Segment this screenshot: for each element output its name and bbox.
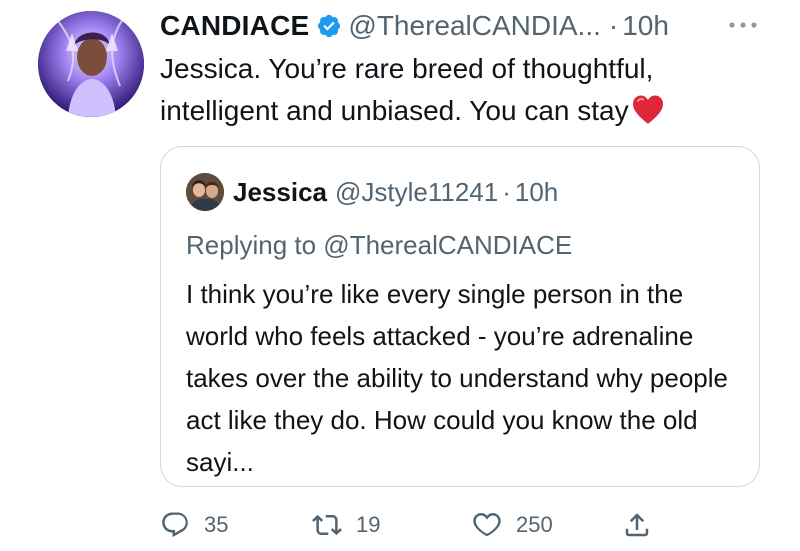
author-handle[interactable]: @TherealCANDIA... — [348, 10, 601, 42]
verified-badge-icon — [316, 13, 342, 39]
reply-count: 35 — [204, 512, 229, 537]
retweet-icon — [312, 514, 342, 536]
separator: · — [608, 10, 619, 41]
author-avatar[interactable] — [38, 11, 144, 117]
quoted-author-avatar[interactable] — [186, 173, 224, 211]
action-bar: 35 19 250 — [160, 505, 780, 545]
share-icon — [625, 513, 649, 537]
reply-icon — [162, 512, 188, 538]
heart-emoji — [631, 94, 665, 126]
share-button[interactable] — [622, 505, 666, 545]
quoted-timestamp[interactable]: 10h — [515, 177, 558, 208]
quoted-tweet[interactable]: Jessica @Jstyle11241 · 10h Replying to @… — [160, 146, 760, 487]
like-icon — [473, 512, 501, 537]
quoted-display-name[interactable]: Jessica — [233, 177, 327, 208]
quoted-handle[interactable]: @Jstyle11241 — [335, 177, 498, 208]
reply-button[interactable]: 35 — [160, 505, 228, 545]
author-display-name[interactable]: CANDIACE — [160, 10, 309, 42]
tweet-header: CANDIACE @TherealCANDIA... · 10h — [160, 6, 669, 46]
like-count: 250 — [516, 512, 553, 537]
quoted-separator: · — [502, 176, 511, 207]
like-button[interactable]: 250 — [472, 505, 553, 545]
retweet-button[interactable]: 19 — [312, 505, 380, 545]
replying-to: Replying to @TherealCANDIACE — [186, 230, 573, 260]
quoted-tweet-header: Jessica @Jstyle11241 · 10h — [186, 172, 558, 212]
tweet-timestamp[interactable]: 10h — [622, 10, 669, 42]
more-icon[interactable] — [722, 10, 764, 40]
tweet[interactable]: CANDIACE @TherealCANDIA... · 10h Jessica… — [0, 0, 800, 551]
tweet-text-content: Jessica. You’re rare breed of thoughtful… — [160, 53, 654, 126]
quoted-tweet-text: I think you’re like every single person … — [186, 279, 729, 477]
tweet-text: Jessica. You’re rare breed of thoughtful… — [160, 48, 770, 132]
retweet-count: 19 — [356, 512, 381, 537]
